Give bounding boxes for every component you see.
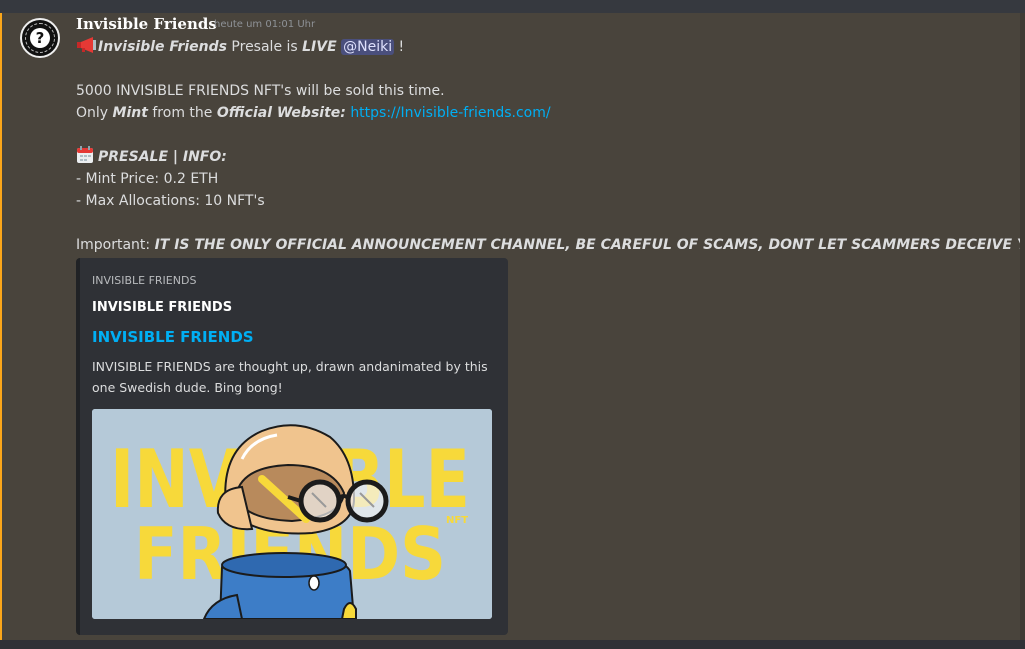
mint-price-line: - Mint Price: 0.2 ETH [76,171,219,187]
avatar-ring [25,23,55,53]
message-timestamp[interactable]: heute um 01:01 Uhr [214,19,315,30]
important-label: Important: [76,237,155,253]
announcement-line: Invisible Friends Presale is LIVE @Neiki… [76,36,1016,58]
megaphone-icon [77,37,96,53]
user-mention[interactable]: @Neiki [341,39,395,55]
mint-text: Mint [112,105,148,121]
from-text: from the [147,105,217,121]
embed-title-link[interactable]: INVISIBLE FRIENDS [92,328,254,346]
presale-heading-line: PRESALE | INFO: [76,146,1016,168]
embed-provider: INVISIBLE FRIENDS [92,274,197,287]
calendar-icon [77,146,93,163]
mint-line: Only Mint from the Official Website: htt… [76,102,1016,124]
message-content: Invisible Friends Presale is LIVE @Neiki… [76,36,1025,256]
embed-author: INVISIBLE FRIENDS [92,300,233,315]
presale-text: Presale is [226,39,303,55]
exclaim-text: ! [394,39,405,55]
message-highlighted[interactable]: ? Invisible Friends heute um 01:01 Uhr I… [0,13,1025,640]
top-bar [0,0,1025,13]
important-warning: IT IS THE ONLY OFFICIAL ANNOUNCEMENT CHA… [154,237,1025,253]
artwork-nft-badge: NFT [446,515,468,526]
official-website-text: Official Website: [216,105,346,121]
scroll-strip [1020,13,1025,640]
important-line: Important: IT IS THE ONLY OFFICIAL ANNOU… [76,234,1025,256]
live-text: LIVE [302,39,337,55]
project-name: Invisible Friends [98,39,227,55]
embed-image[interactable]: INVISIBLE FRIENDS NFT [92,409,492,619]
author-avatar[interactable]: ? [20,18,60,58]
max-allocation-line: - Max Allocations: 10 NFT's [76,193,265,209]
supply-line: 5000 INVISIBLE FRIENDS NFT's will be sol… [76,83,445,99]
presale-heading: PRESALE | INFO: [98,149,227,165]
link-embed: INVISIBLE FRIENDS INVISIBLE FRIENDS INVI… [76,258,508,635]
author-username[interactable]: Invisible Friends [76,15,217,33]
invisible-friends-artwork: INVISIBLE FRIENDS NFT [92,409,492,619]
website-link[interactable]: https://Invisible-friends.com/ [350,105,550,121]
only-text: Only [76,105,113,121]
embed-description: INVISIBLE FRIENDS are thought up, drawn … [92,359,488,395]
bottom-bar [0,640,1025,649]
